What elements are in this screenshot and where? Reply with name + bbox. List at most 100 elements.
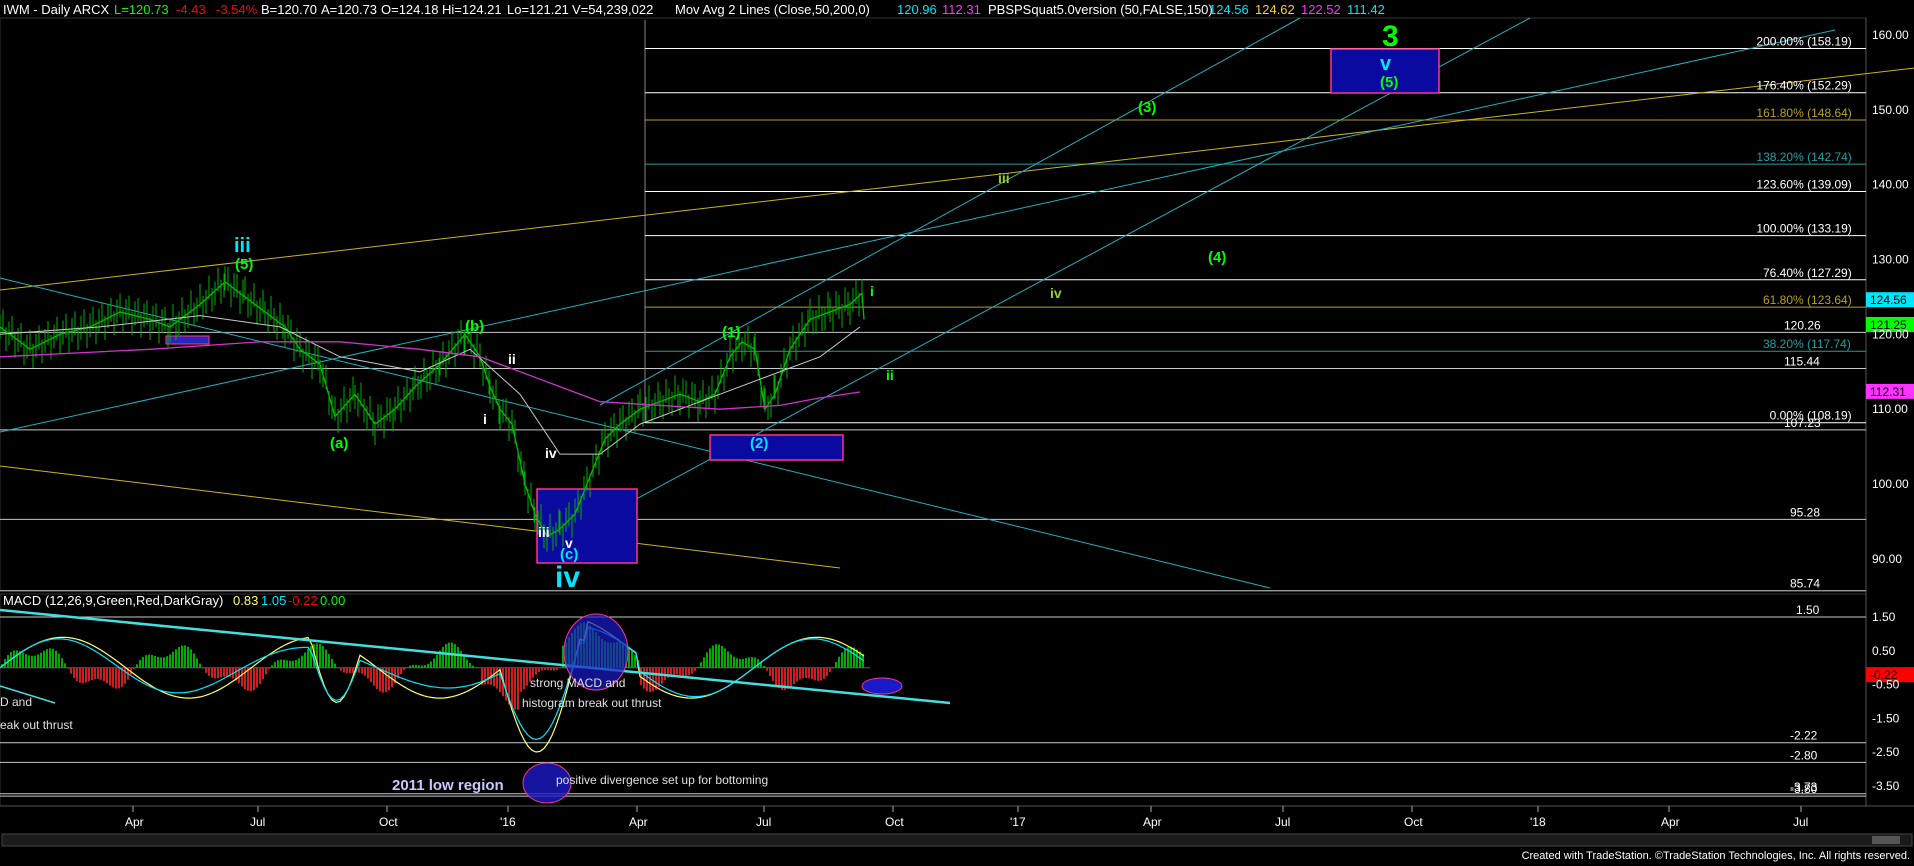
scrollbar-thumb [1872,836,1900,844]
wave-label: 3 [1382,20,1399,53]
support-level-label: 95.28 [1790,505,1820,519]
header-bid: B=120.70 [261,2,317,17]
fib-level-label: 200.00% (158.19) [1756,35,1851,49]
header-change: -4.43 [176,2,206,17]
macd-v3: -0.22 [288,593,318,608]
wave-label: iii [538,524,550,540]
chart-annotation: positive divergence set up for bottoming [556,773,768,787]
date-tick-label: Jul [250,815,265,829]
date-tick-label: Oct [885,815,904,829]
wave-label: ii [886,367,894,383]
wave-label: (3) [1138,99,1156,116]
macd-level-label: 1.50 [1796,603,1820,617]
price-tick-label: 160.00 [1872,28,1909,42]
header-ask: A=120.73 [321,2,377,17]
header-low: Lo=121.21 [507,2,569,17]
price-chart: IWM - Daily ARCX L=120.73 -4.43 -3.54% B… [0,2,1914,847]
last-value-tag-label: 112.31 [1870,385,1906,399]
date-tick-label: Jul [1275,815,1290,829]
wave-label: iv [1050,285,1062,301]
header-pbsp1: 124.56 [1209,2,1249,17]
macd-trend-line [0,608,951,705]
chart-annotation: histogram break out thrust [522,696,662,710]
date-tick-label: Apr [629,815,648,829]
header-volume: V=54,239,022 [572,2,653,17]
date-tick-label: Apr [1661,815,1680,829]
fib-level-label: 138.20% (142.74) [1756,150,1851,164]
chart-annotation: D and [0,695,32,709]
fib-level-label: 161.80% (148.64) [1756,106,1851,120]
trend-line [0,67,1914,291]
wave-label: (2) [750,435,768,452]
macd-v2: 1.05 [261,593,286,608]
support-level-label: 120.26 [1784,318,1821,332]
wave-label: i [870,283,874,299]
header-symbol: IWM - Daily ARCX [3,2,110,17]
trend-line [599,17,1301,406]
macd-header: MACD (12,26,9,Green,Red,DarkGray) 0.83 1… [3,593,345,608]
header-pct: -3.54% [216,2,258,17]
chart-annotation: 2011 low region [392,777,504,794]
wave-label: (a) [330,435,348,452]
header-pbsp-label: PBSPSquat5.0version (50,FALSE,150) [988,2,1213,17]
macd-ellipse [861,677,903,695]
macd-tick-label: -2.50 [1872,745,1900,759]
macd-level-label: -2.80 [1790,748,1818,762]
macd-tick-label: 1.50 [1872,610,1896,624]
fib-level-label: 100.00% (133.19) [1756,222,1851,236]
trend-line [559,17,1531,541]
header-last: L=120.73 [114,2,169,17]
support-level-label: 85.74 [1790,577,1820,591]
macd-label: MACD (12,26,9,Green,Red,DarkGray) [3,593,223,608]
fib-level-label: 176.40% (152.29) [1756,79,1851,93]
macd-tick-label: -3.50 [1872,779,1900,793]
wave-label: iii [234,235,251,257]
date-tick-label: Apr [1143,815,1162,829]
date-tick-label: '17 [1010,815,1026,829]
chart-annotation: eak out thrust [0,718,73,732]
date-tick-label: Jul [756,815,771,829]
chart-header: IWM - Daily ARCX L=120.73 -4.43 -3.54% B… [3,2,1385,17]
date-tick-label: '18 [1530,815,1546,829]
macd-tick-label: 0.50 [1872,644,1896,658]
date-tick-label: Oct [1404,815,1423,829]
macd-v1: 0.83 [233,593,258,608]
support-level-label: 115.44 [1784,354,1820,368]
price-tick-label: 140.00 [1872,178,1909,192]
fib-level-label: 0.00% (108.19) [1770,409,1852,423]
header-open: O=124.18 [381,2,438,17]
price-tick-label: 150.00 [1872,103,1909,117]
wave-label: v [1380,53,1392,75]
macd-tick-label: -1.50 [1872,711,1900,725]
header-ma50: 120.96 [897,2,937,17]
wave-label: (1) [722,324,740,341]
support-zone-box [536,488,638,564]
wave-label: (4) [1208,249,1226,266]
macd-panel-frame [0,593,1867,807]
trend-line [0,29,1836,433]
date-tick-label: '16 [500,815,516,829]
date-tick-label: Jul [1793,815,1808,829]
price-tick-label: 130.00 [1872,253,1909,267]
zone-box [165,335,210,345]
header-pbsp3: 122.52 [1301,2,1341,17]
scrollbar-track [1,833,1913,847]
price-tick-label: 90.00 [1872,552,1902,566]
macd-signal-line [0,626,865,741]
header-pbsp4: 111.42 [1347,2,1385,17]
wave-label: (b) [465,318,484,335]
header-high: Hi=124.21 [442,2,502,17]
chart-annotation: strong MACD and [530,676,625,690]
macd-level-label: -2.22 [1790,729,1818,743]
header-ma200: 112.31 [942,2,981,17]
fib-level-label: 38.20% (117.74) [1763,337,1851,351]
support-zone-box [709,434,844,461]
header-pbsp2: 124.62 [1255,2,1295,17]
price-tick-label: 100.00 [1872,477,1909,491]
fib-level-label: 61.80% (123.64) [1763,293,1852,307]
last-value-tag-label: -0.22 [1870,668,1898,682]
price-series [0,281,865,538]
wave-label: ii [508,351,516,367]
fib-level-label: 76.40% (127.29) [1763,266,1852,280]
wave-label: i [483,411,487,427]
